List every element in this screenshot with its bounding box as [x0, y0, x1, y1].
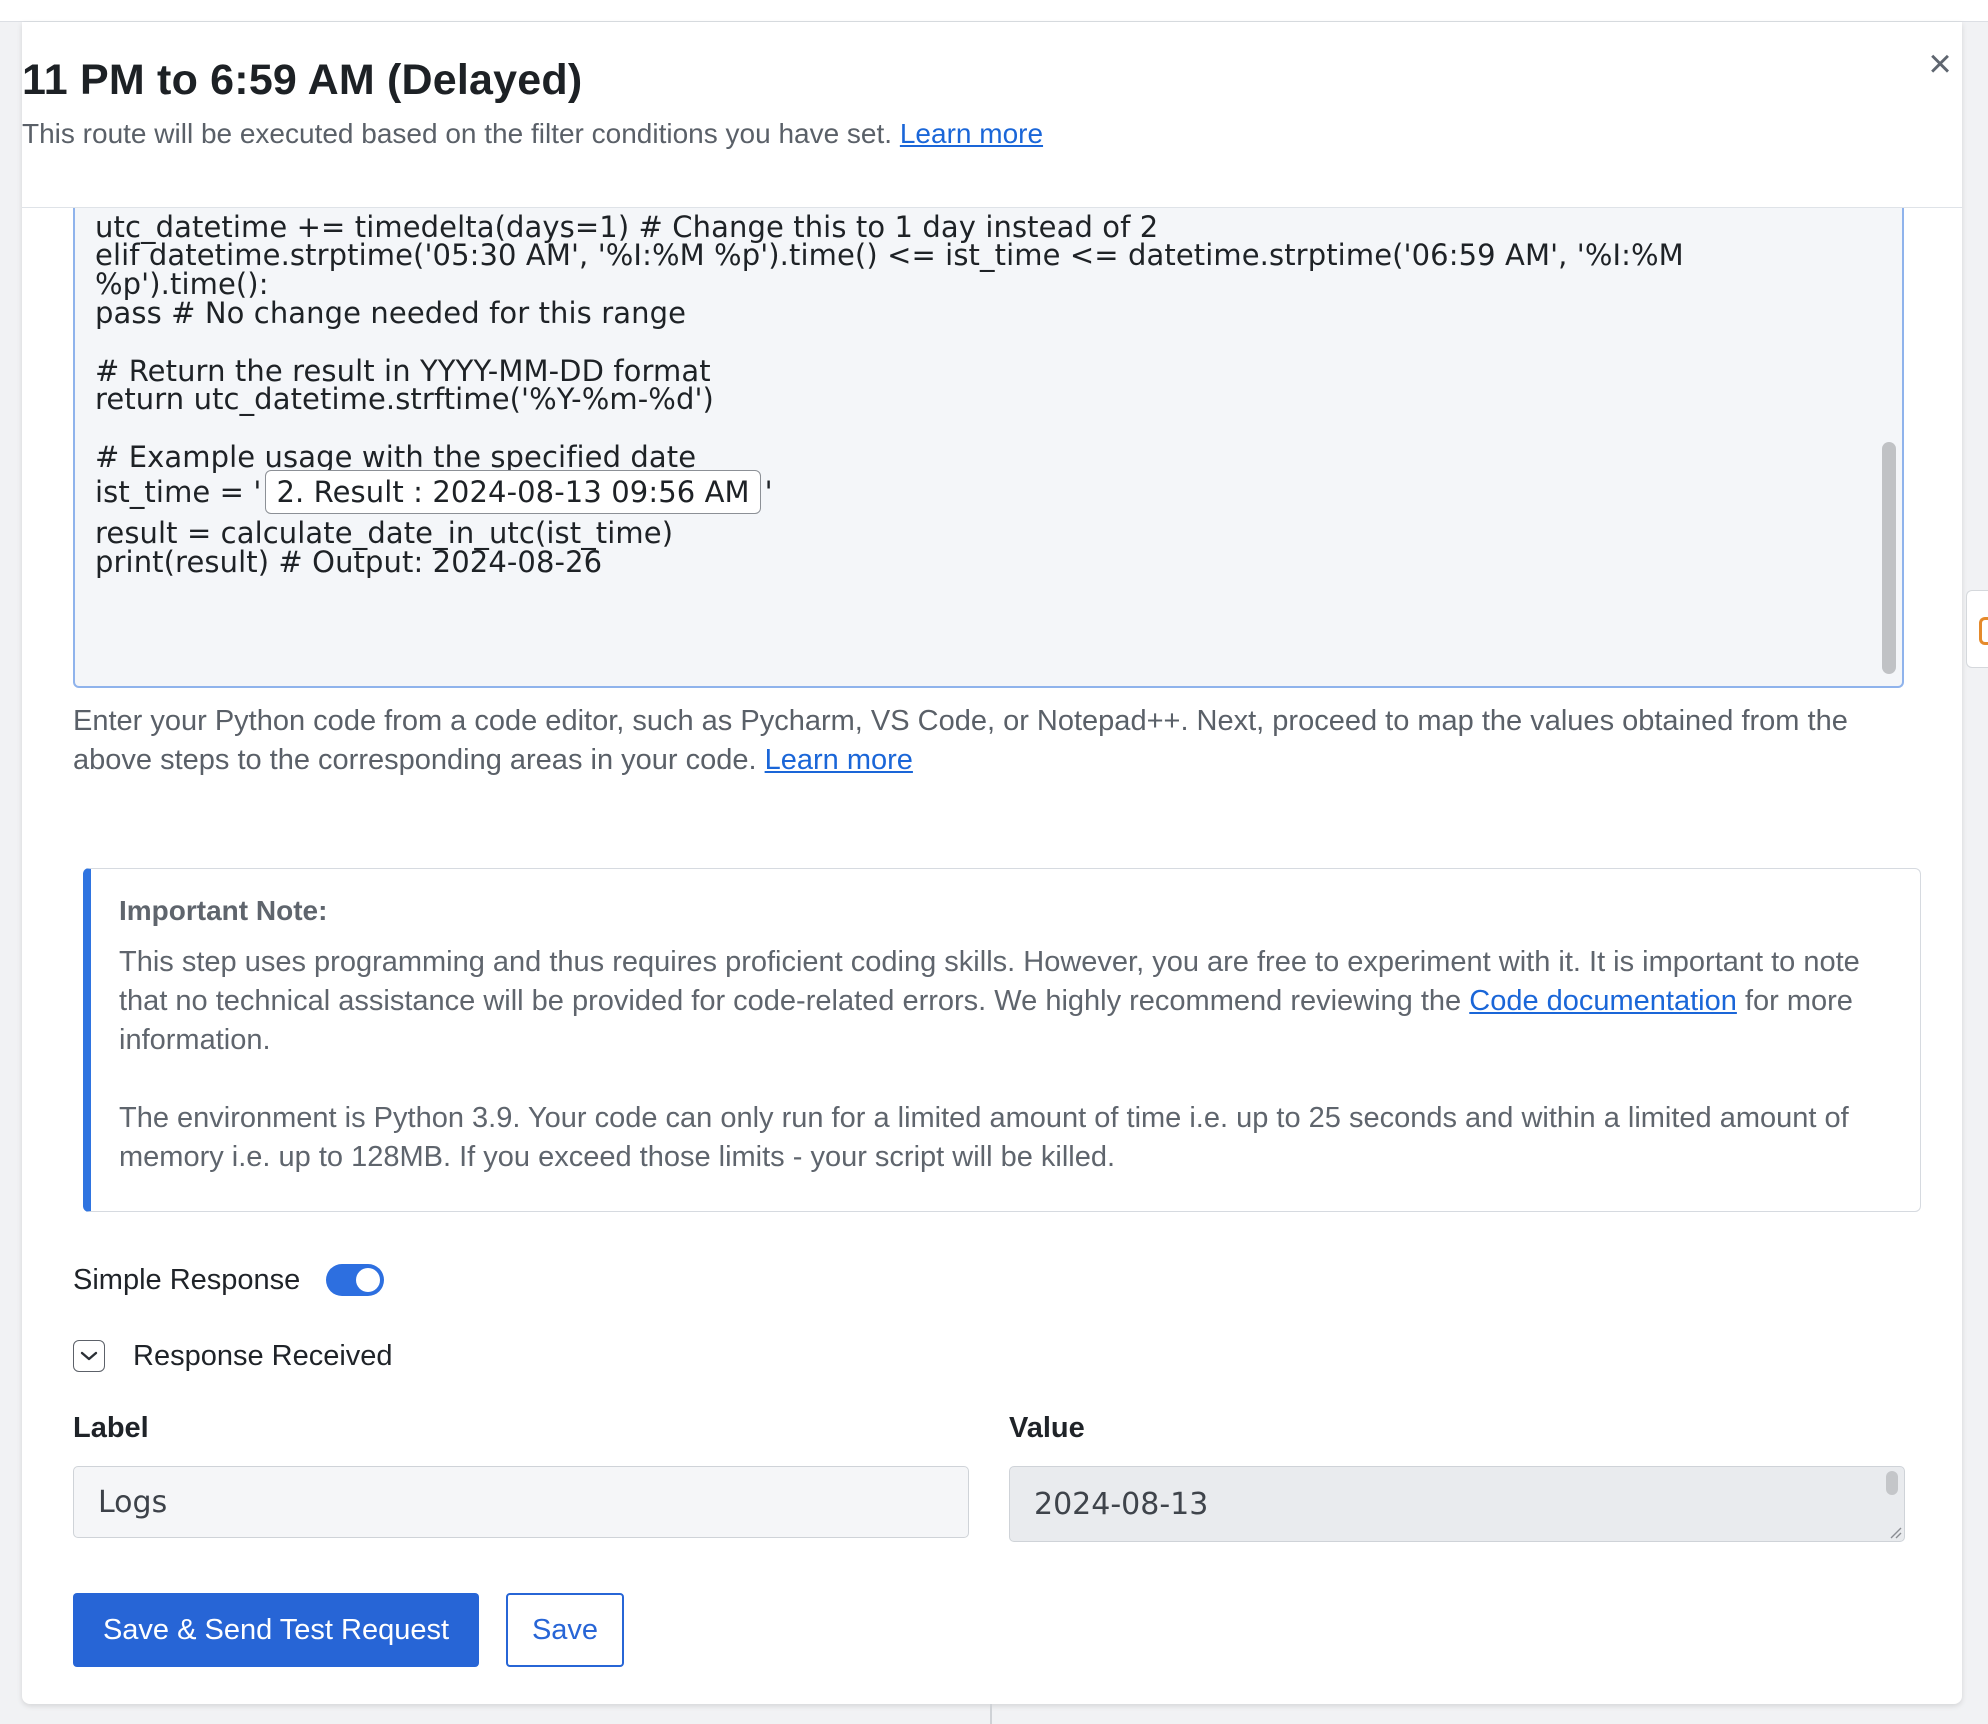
ist-time-suffix: '	[764, 475, 773, 509]
simple-response-toggle[interactable]	[326, 1264, 385, 1296]
toggle-knob	[356, 1268, 381, 1292]
code-line-ist-time: ist_time = ' 2. Result : 2024-08-13 09:56…	[95, 470, 773, 514]
label-input[interactable]: Logs	[73, 1466, 969, 1538]
save-button[interactable]: Save	[506, 1593, 624, 1667]
code-line: pass # No change needed for this range	[95, 296, 687, 330]
note-paragraph-environment: The environment is Python 3.9. Your code…	[119, 1102, 1849, 1173]
code-scrollbar-thumb[interactable]	[1882, 442, 1896, 674]
route-modal: 11 PM to 6:59 AM (Delayed) This route wi…	[22, 22, 1962, 1704]
code-editor[interactable]: utc_datetime += timedelta(days=1) # Chan…	[73, 208, 1904, 688]
simple-response-label: Simple Response	[73, 1263, 301, 1296]
label-column-header: Label	[73, 1412, 149, 1444]
modal-header: 11 PM to 6:59 AM (Delayed) This route wi…	[22, 22, 1962, 208]
background-divider	[990, 1704, 992, 1724]
code-line: elif datetime.strptime('05:30 AM', '%I:%…	[95, 238, 1684, 272]
side-feedback-tab[interactable]	[1966, 590, 1988, 668]
simple-response-row: Simple Response	[73, 1260, 385, 1300]
code-helper-text: Enter your Python code from a code edito…	[73, 702, 1913, 780]
helper-learn-more-link[interactable]: Learn more	[765, 744, 913, 776]
important-note: Important Note: This step uses programmi…	[83, 868, 1921, 1212]
modal-subtitle: This route will be executed based on the…	[22, 118, 1043, 150]
chevron-down-icon[interactable]	[73, 1340, 105, 1372]
value-textarea[interactable]: 2024-08-13	[1009, 1466, 1905, 1542]
response-received-label: Response Received	[133, 1339, 393, 1372]
save-and-send-test-request-button[interactable]: Save & Send Test Request	[73, 1593, 479, 1667]
code-line: # Example usage with the specified date	[95, 440, 697, 474]
modal-title: 11 PM to 6:59 AM (Delayed)	[22, 56, 583, 104]
response-received-row[interactable]: Response Received	[73, 1336, 393, 1376]
note-title: Important Note:	[119, 895, 328, 926]
mapped-value-chip[interactable]: 2. Result : 2024-08-13 09:56 AM	[265, 470, 761, 514]
close-icon[interactable]: ×	[1918, 42, 1962, 86]
subtitle-text: This route will be executed based on the…	[22, 118, 893, 149]
top-bar	[0, 0, 1988, 22]
resize-grip-icon[interactable]	[1888, 1525, 1902, 1539]
value-column-header: Value	[1009, 1412, 1085, 1444]
feedback-icon	[1979, 617, 1988, 645]
code-documentation-link[interactable]: Code documentation	[1469, 985, 1737, 1017]
helper-text: Enter your Python code from a code edito…	[73, 705, 1848, 776]
ist-time-prefix: ist_time = '	[95, 475, 262, 509]
learn-more-link[interactable]: Learn more	[900, 118, 1043, 149]
value-scrollbar[interactable]	[1886, 1471, 1898, 1495]
code-line: print(result) # Output: 2024-08-26	[95, 545, 603, 579]
value-text: 2024-08-13	[1034, 1486, 1209, 1522]
code-line: return utc_datetime.strftime('%Y-%m-%d')	[95, 382, 714, 416]
note-paragraph: This step uses programming and thus requ…	[119, 943, 1890, 1060]
